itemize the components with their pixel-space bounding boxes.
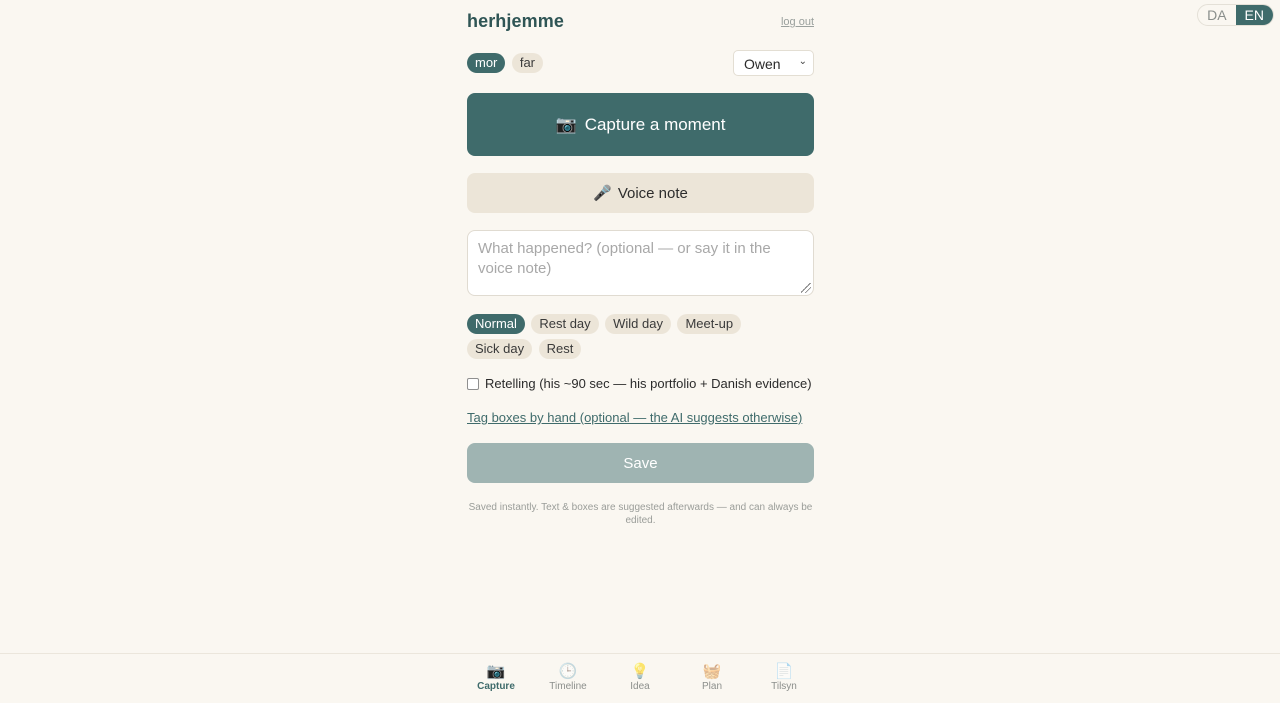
daytype-chip-rest-day[interactable]: Rest day [531,314,599,334]
parent-child-row: mor far Owen ⌄ [467,50,814,98]
nav-label: Capture [477,681,515,692]
bottom-nav: 📷 Capture 🕒 Timeline 💡 Idea 🧺 Plan 📄 Til… [0,653,1280,702]
language-switch: DA EN [1197,4,1274,26]
nav-label: Timeline [549,681,587,692]
chevron-down-icon: ⌄ [798,56,807,67]
nav-label: Idea [630,681,650,692]
parent-chip-mor[interactable]: mor [467,53,506,73]
document-icon: 📄 [774,663,794,680]
save-hint: Saved instantly. Text & boxes are sugges… [468,502,813,526]
clock-icon: 🕒 [558,663,578,680]
tag-boxes-link[interactable]: Tag boxes by hand (optional — the AI sug… [467,410,802,425]
voice-label: Voice note [617,184,688,202]
retelling-option[interactable]: Retelling (his ~90 sec — his portfolio +… [467,376,812,391]
daytype-chip-sick-day[interactable]: Sick day [467,339,533,359]
lang-en-button[interactable]: EN [1235,5,1273,25]
daytype-chip-normal[interactable]: Normal [467,314,525,334]
nav-item-timeline[interactable]: 🕒 Timeline [532,654,604,703]
child-select[interactable]: Owen ⌄ [733,50,814,76]
voice-note-button[interactable]: 🎤 Voice note [467,173,814,213]
basket-icon: 🧺 [702,663,722,680]
nav-item-plan[interactable]: 🧺 Plan [676,654,748,703]
nav-item-idea[interactable]: 💡 Idea [604,654,676,703]
retelling-label: Retelling (his ~90 sec — his portfolio +… [485,376,812,391]
day-type-selector: Normal Rest day Wild day Meet-up Sick da… [467,314,814,364]
nav-label: Tilsyn [771,681,797,692]
parent-selector: mor far [467,53,545,73]
child-select-value: Owen [744,56,781,72]
daytype-chip-rest[interactable]: Rest [538,339,582,359]
header: herhjemme log out [467,0,814,44]
save-button[interactable]: Save [467,443,814,483]
main-panel: herhjemme log out mor far Owen ⌄ 📷 Captu… [467,0,814,526]
capture-label: Capture a moment [584,114,726,134]
camera-icon: 📷 [486,663,506,680]
resize-handle-icon[interactable] [801,283,811,293]
camera-icon: 📷 [555,114,577,134]
retelling-checkbox[interactable] [467,377,479,390]
app-title: herhjemme [467,11,564,31]
microphone-icon: 🎤 [593,185,612,202]
logout-link[interactable]: log out [781,16,814,28]
note-textarea[interactable]: What happened? (optional — or say it in … [467,230,814,296]
nav-label: Plan [701,681,722,692]
parent-chip-far[interactable]: far [511,53,544,73]
lang-da-button[interactable]: DA [1198,5,1235,25]
lightbulb-icon: 💡 [630,663,650,680]
daytype-chip-meet-up[interactable]: Meet-up [677,314,742,334]
nav-item-capture[interactable]: 📷 Capture [460,654,532,703]
note-placeholder: What happened? (optional — or say it in … [478,240,771,277]
nav-item-tilsyn[interactable]: 📄 Tilsyn [748,654,820,703]
capture-moment-button[interactable]: 📷 Capture a moment [467,93,814,156]
daytype-chip-wild-day[interactable]: Wild day [605,314,671,334]
